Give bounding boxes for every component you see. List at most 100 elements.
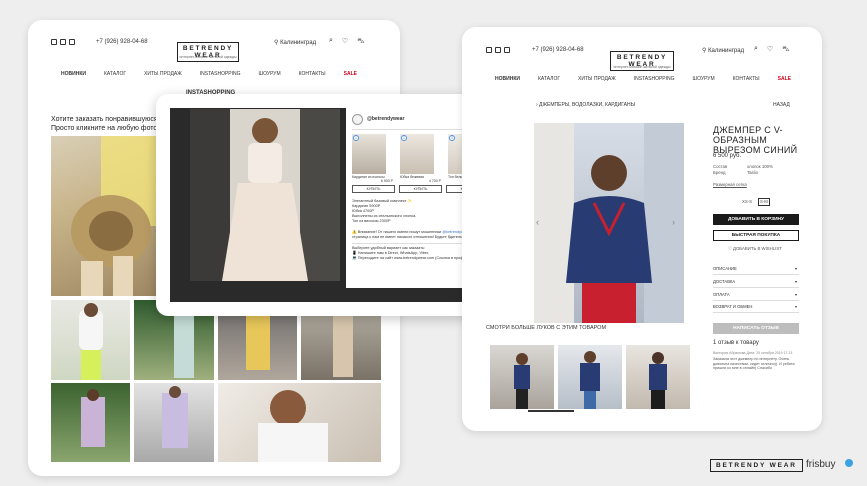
wishlist-link[interactable]: ♡ ДОБАВИТЬ В WISHLIST [728,246,782,252]
search-icon[interactable]: ⌕ [754,45,758,54]
accordion-label: ОПИСАНИЕ [713,266,737,271]
size-option-s-m[interactable]: S-M [758,198,770,206]
modal-photo-illustration [190,109,340,281]
nav-bestsellers[interactable]: ХИТЫ ПРОДАЖ [578,76,616,82]
betrendy-logo: BETRENDY WEAR [710,459,803,472]
quick-buy-button[interactable]: БЫСТРАЯ ПОКУПКА [713,230,799,241]
product-main-image[interactable] [534,123,684,323]
nav-catalog[interactable]: КАТАЛОГ [538,76,560,82]
insta-photo-2[interactable] [51,300,130,380]
look-thumb-2[interactable] [558,345,622,409]
avatar[interactable] [352,114,363,125]
instagram-username[interactable]: @betrendywear [367,116,404,122]
buy-button-1[interactable]: КУПИТЬ [352,185,395,194]
product-price: 6 500 руб. [713,153,742,159]
nav-sale[interactable]: SALE [344,71,357,77]
product-image-illustration [534,123,684,323]
brand-tagline: интернет-магазин женской одежды [179,55,237,59]
buy-button-2[interactable]: КУПИТЬ [399,185,442,194]
product-2-info: Юбка бежевая 4 700 Р [400,175,441,183]
nav-contacts[interactable]: КОНТАКТЫ [733,76,760,82]
instagram-icon[interactable] [495,47,501,53]
back-link[interactable]: НАЗАД [773,102,790,108]
heart-icon[interactable]: ♡ [342,37,348,46]
accordion-label: ОПЛАТА [713,292,730,297]
cart-icon[interactable]: ⛍ [782,45,789,54]
product-name: Кардиган из полосы [352,175,385,179]
heart-icon[interactable]: ♡ [767,45,773,54]
product-price: 6 900 Р [380,179,393,184]
facebook-icon[interactable] [486,47,492,53]
photo-6-illustration [81,389,105,447]
cart-icon[interactable]: ⛍ [357,37,364,46]
look-2-illustration [580,351,600,409]
intro-text-1: Хотите заказать понравившуюся вещ [51,116,173,123]
nav-bestsellers[interactable]: ХИТЫ ПРОДАЖ [144,71,182,77]
facebook-icon[interactable] [51,39,57,45]
nav-showroom[interactable]: ШОУРУМ [693,76,715,82]
nav-new[interactable]: НОВИНКИ [61,71,86,77]
breadcrumb[interactable]: › ДЖЕМПЕРЫ, ВОДОЛАЗКИ, КАРДИГАНЫ [536,102,635,108]
insta-photo-6[interactable] [51,383,130,462]
product-thumb-2[interactable]: 2 [400,134,434,174]
nav-contacts[interactable]: КОНТАКТЫ [299,71,326,77]
vk-icon[interactable] [504,47,510,53]
insta-photo-8[interactable] [218,383,381,462]
chevron-down-icon: ▾ [794,266,797,271]
reviews-count: 1 отзыв к товару [713,340,759,346]
look-thumb-1[interactable] [490,345,554,409]
right-browser-window: +7 (926) 928-04-68 BETRENDY WEAR интерне… [462,27,822,431]
nav-sale[interactable]: SALE [778,76,791,82]
review-text: Заказала этот джемпер по интернету. Очен… [713,357,795,371]
warning-part: ⚠️ Внимание! От нашего имени пишут мошен… [352,229,442,234]
thumb-number: 1 [353,135,359,141]
look-thumb-3[interactable] [626,345,690,409]
thumb-number: 2 [401,135,407,141]
brand-logo[interactable]: BETRENDY WEAR [177,42,239,62]
brand-tagline: интернет-магазин женской одежды [613,65,671,69]
nav-instashopping[interactable]: INSTASHOPPING [634,76,675,82]
nav-catalog[interactable]: КАТАЛОГ [104,71,126,77]
main-nav: НОВИНКИ КАТАЛОГ ХИТЫ ПРОДАЖ INSTASHOPPIN… [61,71,375,77]
looks-section-title: СМОТРИ БОЛЬШЕ ЛУКОВ С ЭТИМ ТОВАРОМ [486,325,607,331]
look-3-illustration [649,352,667,409]
prev-image-icon[interactable]: ‹ [536,217,539,227]
city-label: Калининград [708,48,745,54]
carousel-indicator[interactable] [528,410,574,412]
accordion-return[interactable]: ВОЗВРАТ И ОБМЕН ▾ [713,301,799,313]
product-thumb-1[interactable]: 1 [352,134,386,174]
header-icons: ⌕ ♡ ⛍ [329,37,364,46]
size-option-xs-s[interactable]: XS-S [742,199,752,205]
chevron-down-icon: ▾ [794,279,797,284]
header-icons: ⌕ ♡ ⛍ [754,45,789,54]
modal-photo [190,109,340,281]
social-icons [51,39,75,45]
vk-icon[interactable] [69,39,75,45]
phone-number[interactable]: +7 (926) 928-04-68 [532,47,584,53]
social-icons [486,47,510,53]
product-1-info: Кардиган из полосы 6 900 Р [352,175,393,183]
size-chart-link[interactable]: Размерная сетка [713,182,747,188]
accordion-payment[interactable]: ОПЛАТА ▾ [713,289,799,301]
search-icon[interactable]: ⌕ [329,37,333,46]
city-selector[interactable]: ⚲ Калининград [702,47,744,54]
product-price: 4 700 Р [428,179,441,184]
accordion-description[interactable]: ОПИСАНИЕ ▾ [713,263,799,275]
chevron-down-icon: ▾ [794,292,797,297]
instagram-icon[interactable] [60,39,66,45]
next-image-icon[interactable]: › [672,217,675,227]
spec-label: Бренд [713,170,726,175]
frisbuy-logo: frisbuy [806,459,836,470]
accordion-delivery[interactable]: ДОСТАВКА ▾ [713,276,799,288]
add-to-cart-button[interactable]: ДОБАВИТЬ В КОРЗИНУ [713,214,799,225]
nav-showroom[interactable]: ШОУРУМ [259,71,281,77]
thumb-number: 3 [449,135,455,141]
photo-8-illustration [258,390,328,462]
nav-new[interactable]: НОВИНКИ [495,76,520,82]
city-selector[interactable]: ⚲ Калининград [274,39,316,46]
nav-instashopping[interactable]: INSTASHOPPING [200,71,241,77]
insta-photo-7[interactable] [134,383,214,462]
photo-2-illustration [79,303,103,380]
phone-number[interactable]: +7 (926) 928-04-68 [96,39,148,45]
write-review-button[interactable]: НАПИСАТЬ ОТЗЫВ [713,323,799,334]
